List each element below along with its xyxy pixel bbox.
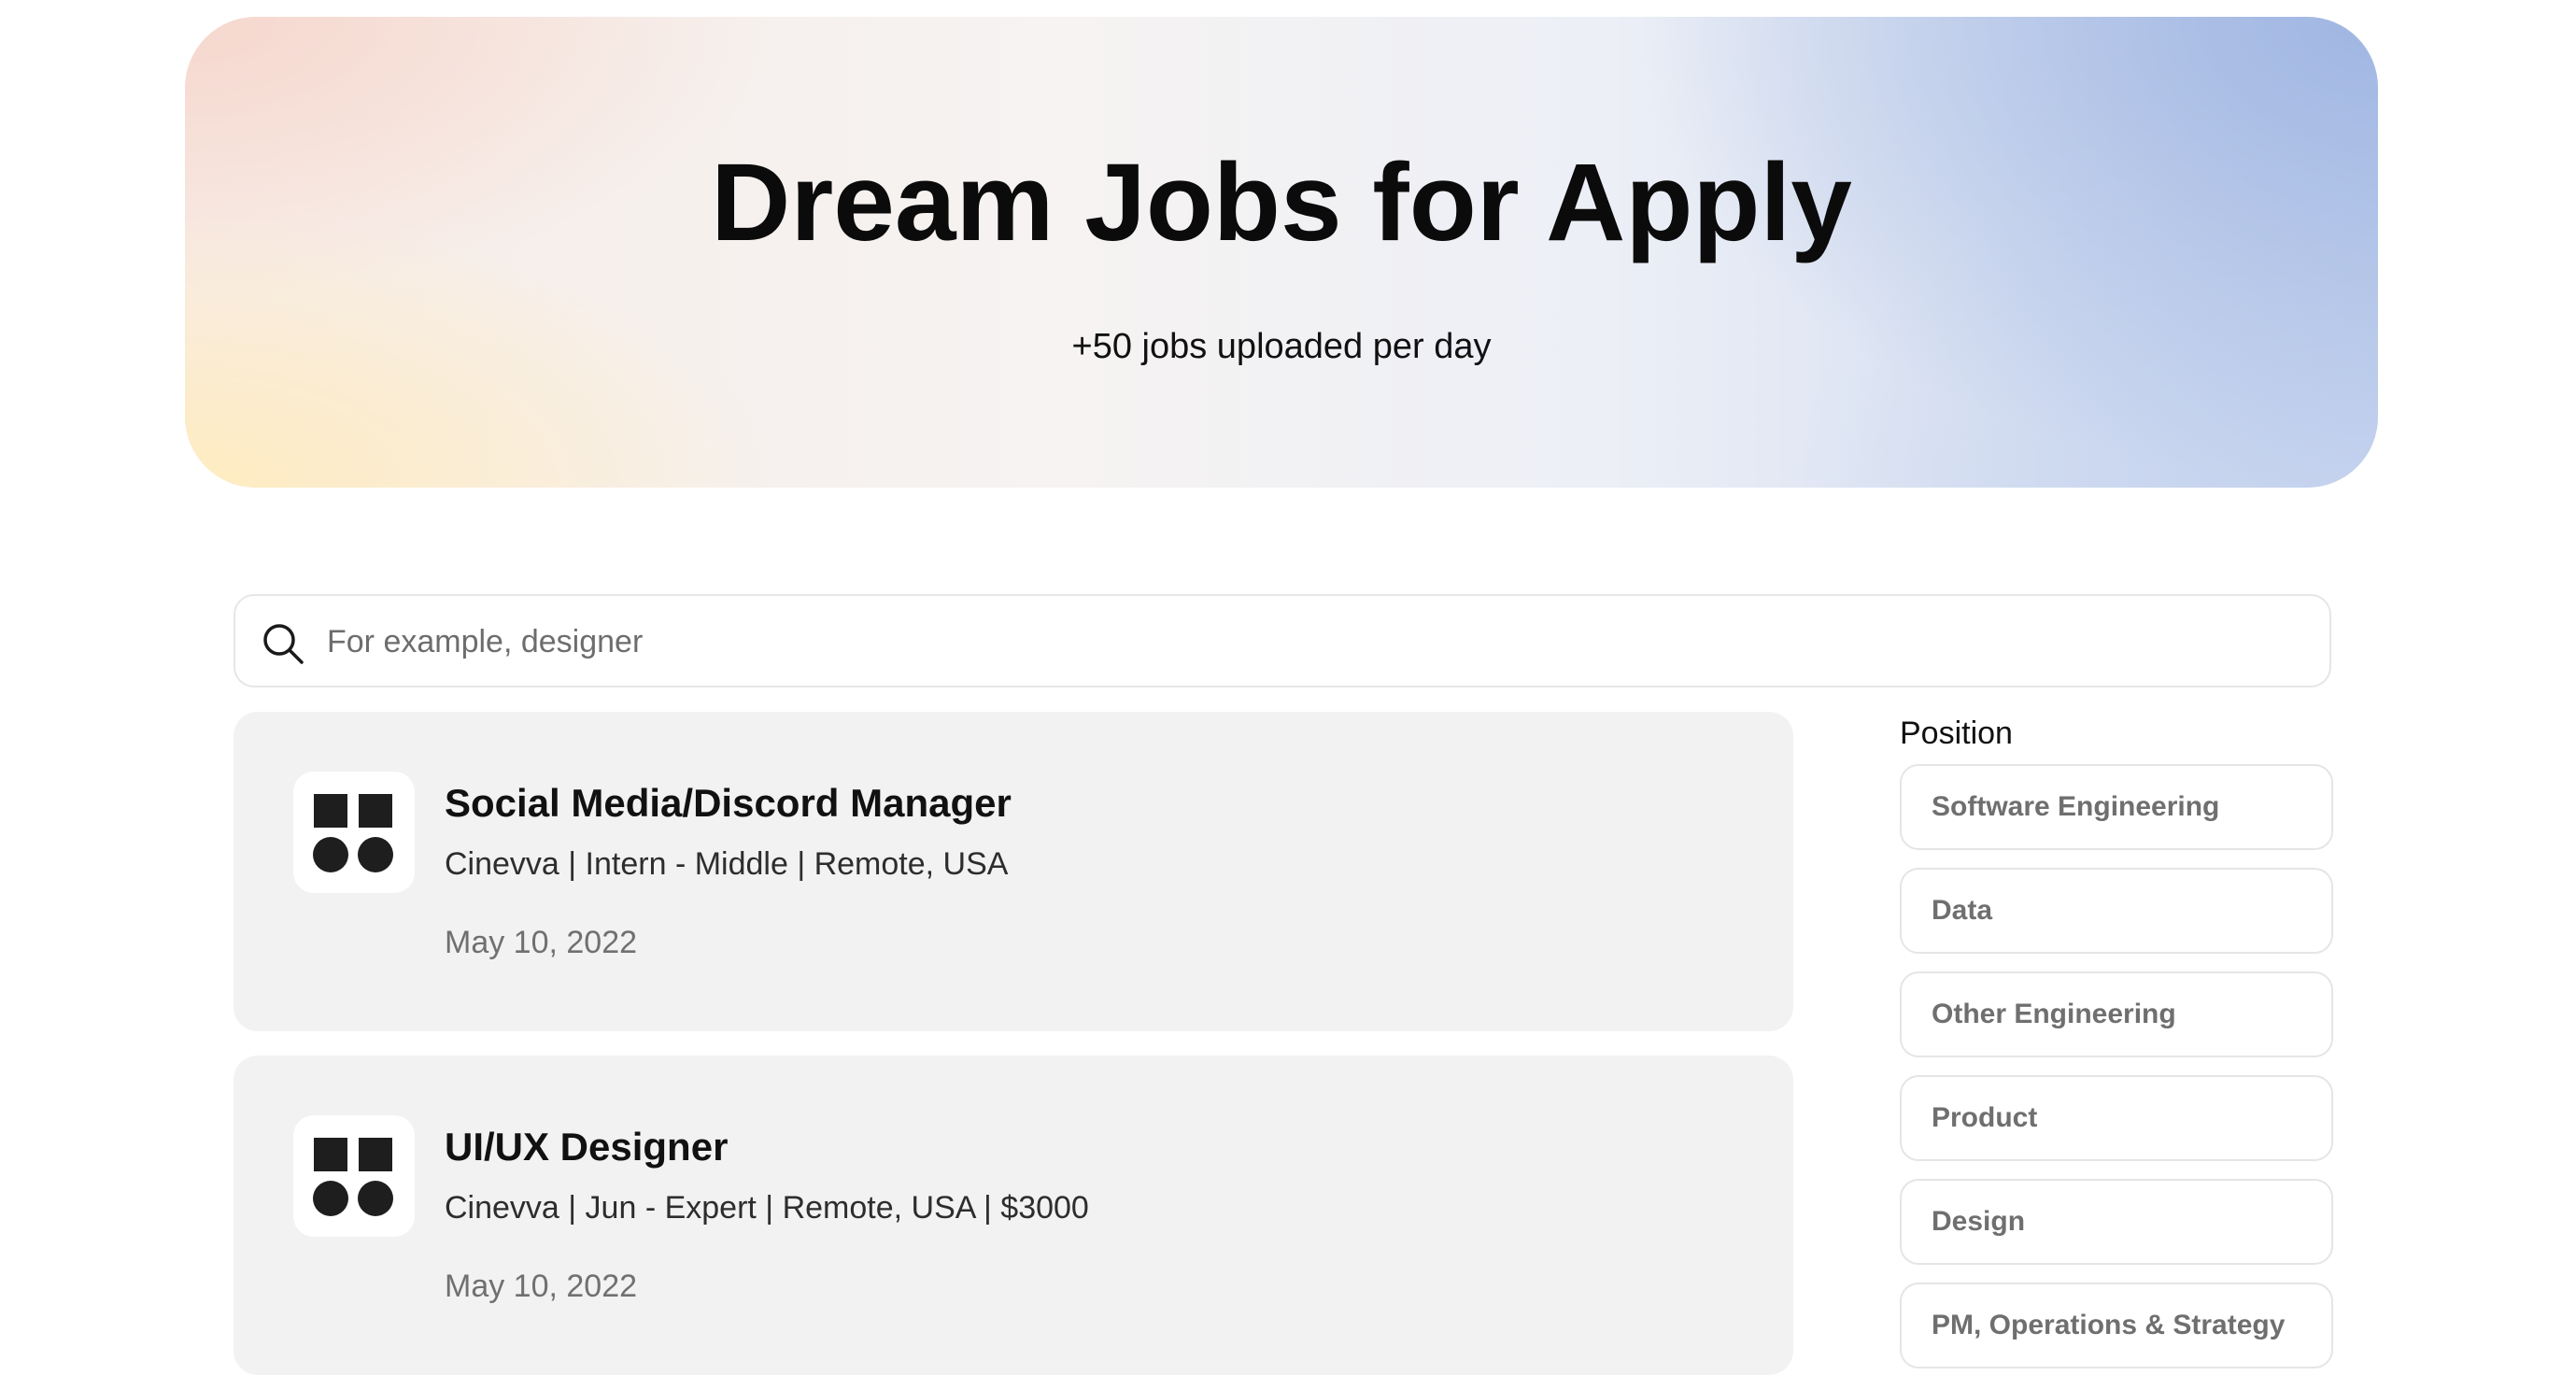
hero-banner: Dream Jobs for Apply +50 jobs uploaded p… <box>185 17 2378 488</box>
filter-option-label: Other Engineering <box>1932 999 2176 1029</box>
search-bar[interactable] <box>234 594 2331 688</box>
filter-option-label: Data <box>1932 895 1993 926</box>
job-meta: Cinevva | Intern - Middle | Remote, USA <box>445 846 1009 882</box>
filter-option-label: Software Engineering <box>1932 791 2220 822</box>
logo-square-shape <box>359 794 392 828</box>
filter-option-label: PM, Operations & Strategy <box>1932 1310 2286 1340</box>
filter-design[interactable]: Design <box>1900 1179 2333 1265</box>
logo-circle-shape <box>313 837 348 872</box>
job-card[interactable]: Social Media/Discord Manager Cinevva | I… <box>234 712 1793 1031</box>
job-card[interactable]: UI/UX Designer Cinevva | Jun - Expert | … <box>234 1056 1793 1375</box>
filter-pm-operations-strategy[interactable]: PM, Operations & Strategy <box>1900 1283 2333 1368</box>
filter-other-engineering[interactable]: Other Engineering <box>1900 971 2333 1057</box>
search-icon <box>263 624 304 664</box>
job-title[interactable]: Social Media/Discord Manager <box>445 781 1012 826</box>
logo-square-shape <box>359 1138 392 1171</box>
logo-circle-shape <box>313 1181 348 1216</box>
page-subtitle: +50 jobs uploaded per day <box>1071 327 1492 366</box>
job-title[interactable]: UI/UX Designer <box>445 1125 728 1169</box>
logo-square-shape <box>314 794 347 828</box>
filter-data[interactable]: Data <box>1900 868 2333 954</box>
filter-option-label: Design <box>1932 1206 2026 1237</box>
logo-circle-shape <box>358 837 393 872</box>
company-logo-icon <box>293 772 415 893</box>
job-date: May 10, 2022 <box>445 925 638 960</box>
logo-circle-shape <box>358 1181 393 1216</box>
page-title: Dream Jobs for Apply <box>711 141 1852 264</box>
job-meta: Cinevva | Jun - Expert | Remote, USA | $… <box>445 1190 1089 1226</box>
filter-option-label: Product <box>1932 1102 2038 1133</box>
job-date: May 10, 2022 <box>445 1269 638 1304</box>
filter-software-engineering[interactable]: Software Engineering <box>1900 764 2333 850</box>
search-input[interactable] <box>325 596 2290 688</box>
filter-position-label: Position <box>1900 716 2013 751</box>
filter-product[interactable]: Product <box>1900 1075 2333 1161</box>
company-logo-icon <box>293 1115 415 1237</box>
logo-square-shape <box>314 1138 347 1171</box>
